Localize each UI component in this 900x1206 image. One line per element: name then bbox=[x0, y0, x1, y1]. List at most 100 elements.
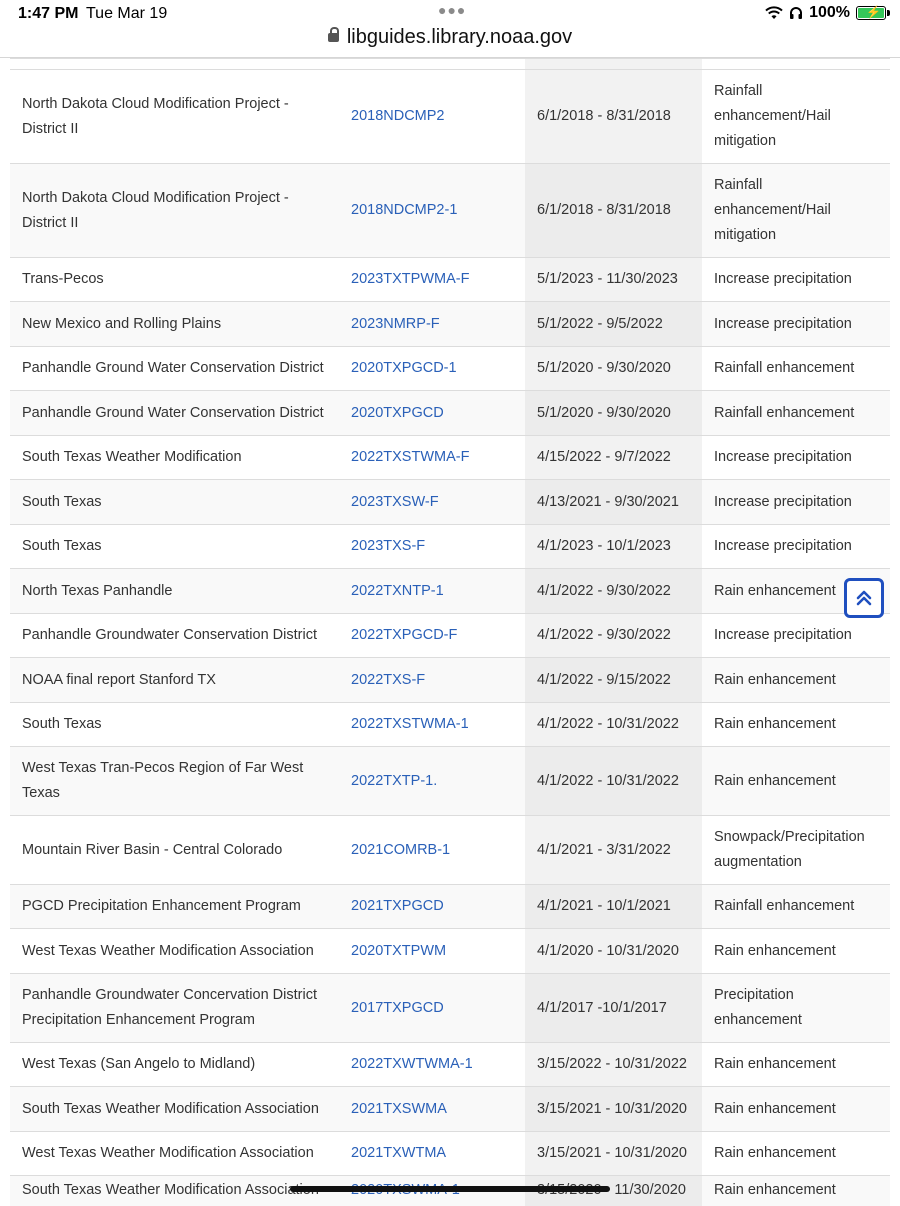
table-row: North Texas Panhandle 2022TXNTP-1 4/1/2022… bbox=[10, 568, 890, 614]
cell-purpose: Rain enhancement bbox=[702, 1086, 890, 1132]
project-id-link[interactable]: 2020TXPGCD bbox=[351, 405, 444, 421]
project-id-link[interactable]: 2021COMRB-1 bbox=[351, 842, 450, 858]
cell-purpose: Increase precipitation bbox=[702, 479, 890, 525]
cell-project-name: South Texas bbox=[10, 479, 339, 525]
project-id-link[interactable]: 2021TXPGCD bbox=[351, 898, 444, 914]
cell-project-id: 2020TXPGCD-1 bbox=[339, 346, 525, 391]
cell-purpose: Rain enhancement bbox=[702, 702, 890, 747]
status-date: Tue Mar 19 bbox=[86, 5, 168, 22]
project-id-link[interactable]: 2021TXWTMA bbox=[351, 1145, 446, 1161]
table-row: South Texas 2023TXSW-F 4/13/2021 - 9/30/20… bbox=[10, 479, 890, 525]
cell-dates: 4/15/2022 - 9/7/2022 bbox=[525, 435, 702, 480]
cell-purpose: Increase precipitation bbox=[702, 257, 890, 302]
cell-purpose: Rainfall enhancement/Hail mitigation bbox=[702, 69, 890, 164]
table-row: South Texas Weather Modification 2022TXST… bbox=[10, 435, 890, 480]
cell-project-id: 2022TXTP-1. bbox=[339, 746, 525, 816]
cell-project-id: 2021TXSWMA bbox=[339, 1086, 525, 1132]
project-id-link[interactable]: 2022TXS-F bbox=[351, 672, 425, 688]
cell-project-id: 2022TXWTWMA-1 bbox=[339, 1042, 525, 1087]
cell-dates: 6/1/2018 - 8/31/2018 bbox=[525, 163, 702, 258]
headphones-icon bbox=[790, 7, 803, 19]
cell-dates: 4/1/2022 - 9/30/2022 bbox=[525, 568, 702, 614]
cell-project-name: West Texas (San Angelo to Midland) bbox=[10, 1042, 339, 1087]
cell-project-id: 2021COMRB-1 bbox=[339, 815, 525, 885]
project-id-link[interactable]: 2022TXSTWMA-1 bbox=[351, 716, 469, 732]
cell-project-name: New Mexico and Rolling Plains bbox=[10, 301, 339, 347]
table-row: Mountain River Basin - Central Colorado 2… bbox=[10, 815, 890, 885]
cell-purpose: Increase precipitation bbox=[702, 435, 890, 480]
cell-dates: 4/1/2022 - 10/31/2022 bbox=[525, 702, 702, 747]
cell-project-id: 2022TXNTP-1 bbox=[339, 568, 525, 614]
cell-project-id: 2021TXWTMA bbox=[339, 1131, 525, 1176]
table-row: PGCD Precipitation Enhancement Program 20… bbox=[10, 884, 890, 929]
project-id-link[interactable]: 2023TXSW-F bbox=[351, 494, 439, 510]
project-id-link[interactable]: 2021TXSWMA bbox=[351, 1101, 447, 1117]
cell-project-name: PGCD Precipitation Enhancement Program bbox=[10, 884, 339, 929]
cell-dates: 3/15/2021 - 10/31/2020 bbox=[525, 1086, 702, 1132]
project-id-link[interactable]: 2022TXNTP-1 bbox=[351, 583, 444, 599]
cell-project-name: Trans-Pecos bbox=[10, 257, 339, 302]
status-time: 1:47 PM bbox=[18, 5, 79, 22]
cell-dates: 4/1/2023 - 10/1/2023 bbox=[525, 524, 702, 569]
project-id-link[interactable]: 2018NDCMP2 bbox=[351, 108, 445, 124]
cell-purpose: Increase precipitation bbox=[702, 524, 890, 569]
cell-project-id: 2022TXSTWMA-F bbox=[339, 435, 525, 480]
project-id-link[interactable]: 2023TXTPWMA-F bbox=[351, 271, 469, 287]
url-text: libguides.library.noaa.gov bbox=[346, 26, 573, 48]
project-id-link[interactable]: 2022TXTP-1. bbox=[351, 773, 437, 789]
battery-percent: 100% bbox=[809, 4, 850, 21]
cell-dates: 6/1/2018 - 8/31/2018 bbox=[525, 69, 702, 164]
cell-purpose: Rainfall enhancement/Hail mitigation bbox=[702, 163, 890, 258]
cell-dates: 5/1/2020 - 9/30/2020 bbox=[525, 346, 702, 391]
project-id-link[interactable]: 2022TXPGCD-F bbox=[351, 627, 457, 643]
cell-purpose: Increase precipitation bbox=[702, 613, 890, 658]
cell-project-id: 2018NDCMP2 bbox=[339, 69, 525, 164]
table-row: Trans-Pecos 2023TXTPWMA-F 5/1/2023 - 11/30… bbox=[10, 257, 890, 302]
cell-project-name: South Texas bbox=[10, 702, 339, 747]
project-id-link[interactable]: 2017TXPGCD bbox=[351, 1000, 444, 1016]
wifi-icon bbox=[765, 6, 783, 19]
address-bar[interactable]: libguides.library.noaa.gov bbox=[0, 26, 900, 58]
cell-dates: 4/13/2021 - 9/30/2021 bbox=[525, 479, 702, 525]
project-id-link[interactable]: 2018NDCMP2-1 bbox=[351, 202, 457, 218]
project-id-link[interactable]: 2020TXPGCD-1 bbox=[351, 360, 457, 376]
project-id-link[interactable]: 2022TXSTWMA-F bbox=[351, 449, 469, 465]
more-dots-icon[interactable]: ●●● bbox=[438, 2, 466, 18]
table-body: North Dakota Cloud Modification Project … bbox=[10, 58, 890, 1206]
project-id-link[interactable]: 2023TXS-F bbox=[351, 538, 425, 554]
table-row: West Texas Weather Modification Associat… bbox=[10, 1131, 890, 1176]
table-row: Panhandle Groundwater Concervation Distr… bbox=[10, 973, 890, 1043]
table-row: South Texas Weather Modification Associa… bbox=[10, 1086, 890, 1132]
cell-dates: 3/15/2021 - 10/31/2020 bbox=[525, 1131, 702, 1176]
cell-project-name: South Texas Weather Modification bbox=[10, 435, 339, 480]
cell-purpose: Increase precipitation bbox=[702, 301, 890, 347]
project-id-link[interactable]: 2020TXTPWM bbox=[351, 943, 446, 959]
projects-table: North Dakota Cloud Modification Project … bbox=[10, 58, 890, 1206]
cell-dates: 4/1/2020 - 10/31/2020 bbox=[525, 928, 702, 974]
cell-purpose: Rain enhancement bbox=[702, 1131, 890, 1176]
cell-project-name: Panhandle Groundwater Concervation Distr… bbox=[10, 973, 339, 1043]
cell-project-name: Panhandle Ground Water Conservation Dist… bbox=[10, 346, 339, 391]
project-id-link[interactable]: 2023NMRP-F bbox=[351, 316, 440, 332]
cell-project-id: 2023TXS-F bbox=[339, 524, 525, 569]
cell-project-name: NOAA final report Stanford TX bbox=[10, 657, 339, 703]
cell-project-id: 2020TXPGCD bbox=[339, 390, 525, 436]
cell-dates: 5/1/2023 - 11/30/2023 bbox=[525, 257, 702, 302]
cell-dates: 4/1/2021 - 3/31/2022 bbox=[525, 815, 702, 885]
battery-icon: ⚡ bbox=[856, 5, 890, 20]
status-right: 100% ⚡ bbox=[765, 4, 890, 22]
cell-project-name: Mountain River Basin - Central Colorado bbox=[10, 815, 339, 885]
project-id-link[interactable]: 2022TXWTWMA-1 bbox=[351, 1056, 473, 1072]
cell-project-name: North Dakota Cloud Modification Project … bbox=[10, 163, 339, 258]
cell-project-id: 2022TXSTWMA-1 bbox=[339, 702, 525, 747]
cell-project-name: West Texas Weather Modification Associat… bbox=[10, 1131, 339, 1176]
cell-project-name: Panhandle Ground Water Conservation Dist… bbox=[10, 390, 339, 436]
cell-project-name: North Dakota Cloud Modification Project … bbox=[10, 69, 339, 164]
back-to-top-button[interactable] bbox=[844, 578, 884, 618]
cell-purpose: Snowpack/Precipitation augmentation bbox=[702, 815, 890, 885]
cell-project-name: South Texas bbox=[10, 524, 339, 569]
home-indicator bbox=[290, 1186, 610, 1192]
cell-project-id: 2023TXSW-F bbox=[339, 479, 525, 525]
table-row: West Texas Tran-Pecos Region of Far West… bbox=[10, 746, 890, 816]
cell-dates: 4/1/2021 - 10/1/2021 bbox=[525, 884, 702, 929]
